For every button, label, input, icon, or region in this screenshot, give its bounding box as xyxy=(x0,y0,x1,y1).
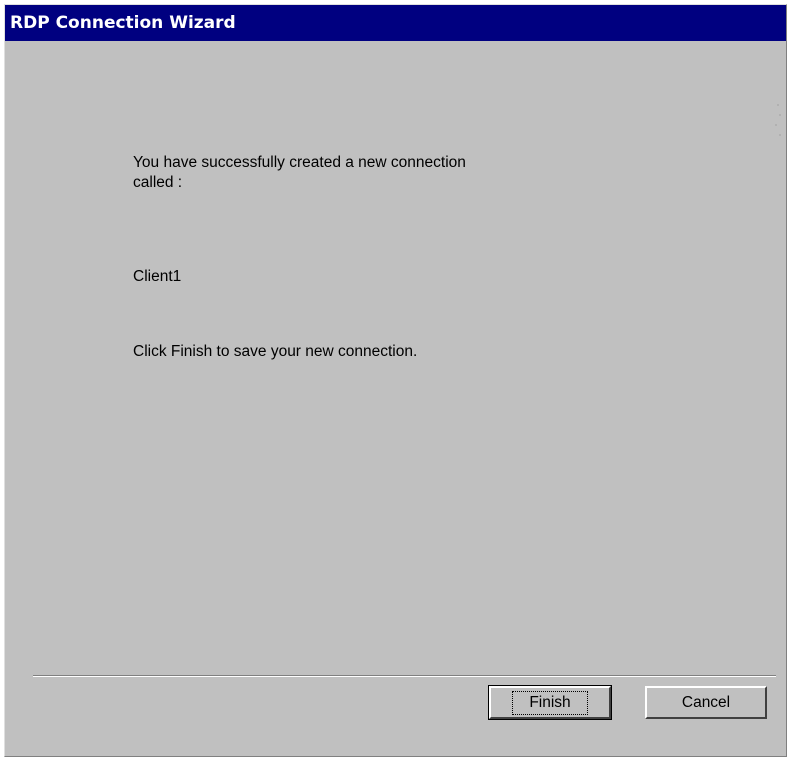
wizard-window: RDP Connection Wizard You have successfu… xyxy=(4,4,787,757)
window-title: RDP Connection Wizard xyxy=(5,5,786,41)
finish-instruction: Click Finish to save your new connection… xyxy=(133,343,418,360)
decorative-dots-icon xyxy=(775,104,781,136)
connection-name: Client1 xyxy=(133,268,182,285)
finish-button-label: Finish xyxy=(512,690,588,715)
cancel-button-label: Cancel xyxy=(681,693,731,711)
wizard-content: You have successfully created a new conn… xyxy=(5,41,786,756)
button-separator xyxy=(33,675,776,677)
cancel-button[interactable]: Cancel xyxy=(645,686,767,719)
success-message: You have successfully created a new conn… xyxy=(133,154,466,191)
finish-button[interactable]: Finish xyxy=(488,685,612,720)
